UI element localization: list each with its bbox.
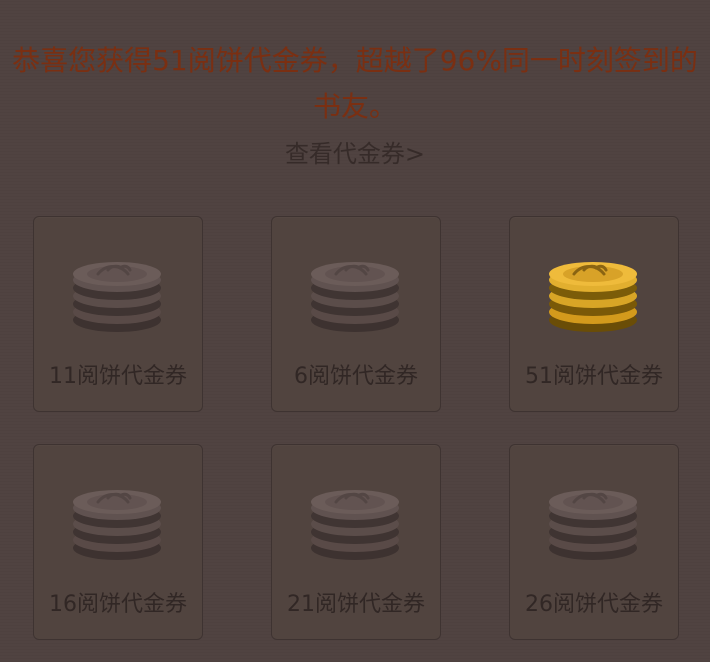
voucher-label-21: 21阅饼代金券 bbox=[287, 592, 425, 617]
voucher-label-16: 16阅饼代金券 bbox=[49, 592, 187, 617]
voucher-label-51: 51阅饼代金券 bbox=[525, 364, 663, 389]
voucher-card-51[interactable]: 51阅饼代金券 bbox=[509, 216, 679, 412]
reward-message: 恭喜您获得51阅饼代金券，超越了96%同一时刻签到的书友。 bbox=[12, 44, 698, 123]
coin-stack-icon bbox=[549, 262, 637, 332]
coin-stack-icon bbox=[73, 262, 161, 332]
voucher-card-16[interactable]: 16阅饼代金券 bbox=[33, 444, 203, 640]
view-vouchers-link[interactable]: 查看代金券> bbox=[0, 134, 710, 174]
voucher-card-21[interactable]: 21阅饼代金券 bbox=[271, 444, 441, 640]
coin-stack-icon bbox=[73, 490, 161, 560]
coin-stack-icon bbox=[549, 490, 637, 560]
voucher-card-6[interactable]: 6阅饼代金券 bbox=[271, 216, 441, 412]
voucher-card-26[interactable]: 26阅饼代金券 bbox=[509, 444, 679, 640]
voucher-label-26: 26阅饼代金券 bbox=[525, 592, 663, 617]
coin-stack-icon bbox=[311, 262, 399, 332]
reward-screen: 恭喜您获得51阅饼代金券，超越了96%同一时刻签到的书友。 查看代金券> 11阅… bbox=[0, 0, 710, 662]
voucher-card-11[interactable]: 11阅饼代金券 bbox=[33, 216, 203, 412]
voucher-label-6: 6阅饼代金券 bbox=[294, 364, 418, 389]
voucher-label-11: 11阅饼代金券 bbox=[49, 364, 187, 389]
coin-stack-icon bbox=[311, 490, 399, 560]
